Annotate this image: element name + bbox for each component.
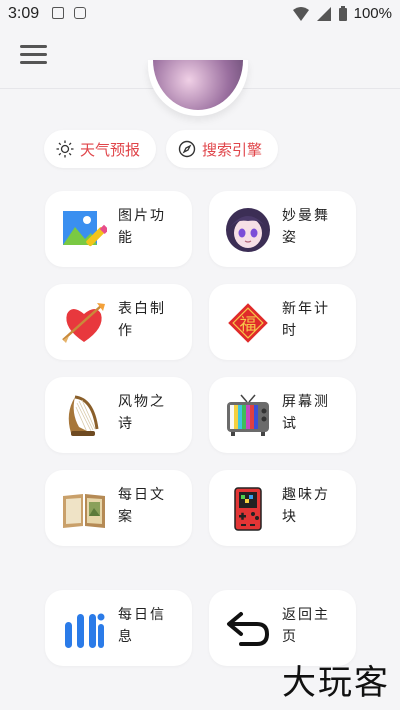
status-bar: 3:09 100% — [0, 0, 400, 28]
card-label: 妙曼舞姿 — [282, 208, 330, 246]
sun-icon — [56, 140, 74, 158]
menu-button[interactable] — [20, 45, 47, 67]
search-engine-label: 搜索引擎 — [202, 140, 263, 159]
battery-icon — [338, 5, 347, 21]
card-dance[interactable]: 妙曼舞姿 — [209, 191, 356, 267]
return-arrow-icon — [227, 612, 270, 646]
svg-text:福: 福 — [240, 315, 257, 335]
fu-character-icon: 福 — [228, 303, 268, 343]
avatar[interactable] — [148, 60, 248, 116]
game-console-icon — [234, 487, 262, 531]
card-label: 屏幕测试 — [282, 394, 330, 432]
card-label: 返回主页 — [282, 607, 330, 645]
notification-a-icon — [52, 7, 64, 19]
card-poems[interactable]: 风物之诗 — [45, 377, 192, 453]
avatar-image — [153, 60, 243, 110]
card-screen-test[interactable]: 屏幕测试 — [209, 377, 356, 453]
weather-button[interactable]: 天气预报 — [44, 130, 156, 168]
wifi-icon — [292, 6, 309, 21]
card-label: 新年计时 — [282, 301, 330, 339]
info-bars-icon — [65, 613, 105, 648]
card-image-tools[interactable]: 图片功能 — [45, 191, 192, 267]
watermark-logo: 大玩客 — [282, 663, 390, 703]
card-label: 表白制作 — [118, 301, 166, 339]
image-edit-icon — [63, 211, 107, 247]
compass-icon — [178, 140, 196, 158]
weather-label: 天气预报 — [80, 140, 141, 159]
card-daily-info[interactable]: 每日信息 — [45, 590, 192, 666]
anime-girl-icon — [226, 208, 270, 252]
retro-tv-icon — [227, 394, 269, 436]
lyre-icon — [68, 395, 99, 436]
card-label: 图片功能 — [118, 208, 166, 246]
signal-icon — [316, 6, 331, 21]
card-fun-blocks[interactable]: 趣味方块 — [209, 470, 356, 546]
status-time: 3:09 — [8, 5, 40, 22]
heart-arrow-icon — [62, 303, 105, 343]
card-label: 趣味方块 — [282, 487, 330, 525]
card-label: 每日文案 — [118, 487, 166, 525]
card-daily-copy[interactable]: 每日文案 — [45, 470, 192, 546]
notification-box-icon — [74, 7, 86, 19]
card-confession[interactable]: 表白制作 — [45, 284, 192, 360]
card-label: 每日信息 — [118, 607, 166, 645]
battery-percent: 100% — [353, 5, 392, 22]
card-new-year-timer[interactable]: 福 新年计时 — [209, 284, 356, 360]
card-label: 风物之诗 — [118, 394, 166, 432]
open-book-icon — [63, 494, 105, 528]
search-engine-button[interactable]: 搜索引擎 — [166, 130, 278, 168]
